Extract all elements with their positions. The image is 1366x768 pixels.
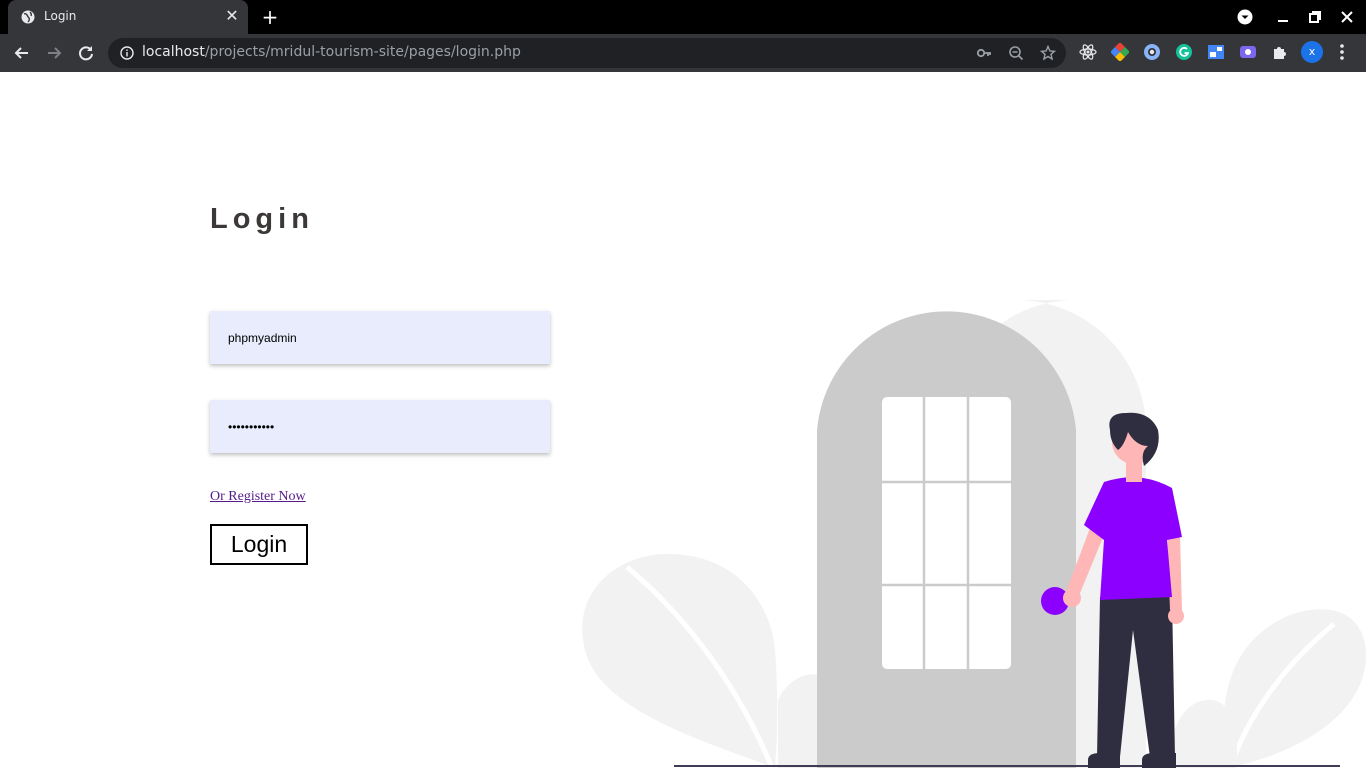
page-content: Login Or Register Now Login [0, 72, 1366, 768]
site-info-icon[interactable] [120, 46, 134, 60]
extension-circle-icon[interactable] [1143, 43, 1161, 61]
zoom-out-icon[interactable] [1008, 45, 1024, 61]
reload-icon[interactable] [73, 40, 99, 66]
tab-search-icon[interactable] [1237, 9, 1253, 25]
screen-recorder-icon[interactable] [1239, 43, 1257, 61]
url-text[interactable]: localhost/projects/mridul-tourism-site/p… [142, 44, 521, 60]
key-icon[interactable] [976, 45, 992, 61]
react-devtools-icon[interactable] [1079, 43, 1097, 61]
chrome-menu-icon[interactable] [1336, 42, 1348, 62]
active-tab[interactable]: Login ✕ [8, 0, 248, 34]
url-path: /projects/mridul-tourism-site/pages/logi… [204, 44, 521, 60]
door-window-shape [882, 397, 1011, 669]
ground-line [674, 765, 1340, 767]
url-host: localhost [142, 44, 205, 60]
profile-avatar[interactable]: x [1301, 41, 1323, 63]
left-plant-shape [582, 553, 830, 768]
new-tab-icon[interactable]: + [260, 7, 280, 27]
grammarly-icon[interactable] [1175, 43, 1193, 61]
minimize-icon[interactable] [1274, 8, 1292, 26]
extensions-puzzle-icon[interactable] [1271, 43, 1289, 61]
login-illustration [582, 300, 1366, 768]
address-bar[interactable]: localhost/projects/mridul-tourism-site/p… [108, 38, 1066, 68]
globe-icon [21, 10, 35, 24]
color-picker-icon[interactable] [1111, 43, 1129, 61]
back-icon[interactable] [9, 40, 35, 66]
close-window-icon[interactable] [1338, 8, 1356, 26]
forward-icon[interactable] [41, 40, 67, 66]
tab-strip: Login ✕ + [0, 0, 1366, 34]
browser-toolbar: localhost/projects/mridul-tourism-site/p… [0, 34, 1366, 72]
close-tab-icon[interactable]: ✕ [224, 8, 240, 24]
bookmark-star-icon[interactable] [1040, 45, 1056, 61]
right-plant-shape [1169, 609, 1366, 768]
window-resizer-icon[interactable] [1207, 43, 1225, 61]
tab-title: Login [44, 9, 77, 23]
restore-icon[interactable] [1306, 8, 1324, 26]
